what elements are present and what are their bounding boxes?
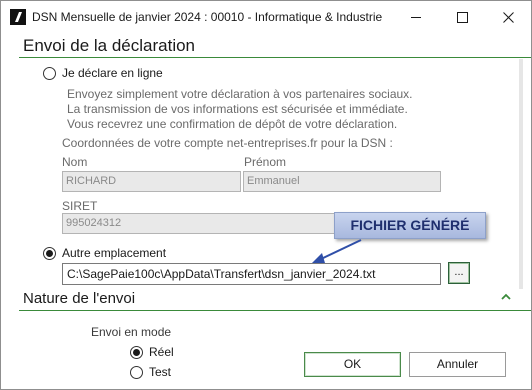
close-icon	[502, 11, 514, 23]
close-button[interactable]	[485, 1, 531, 33]
send-mode-label: Envoi en mode	[91, 325, 172, 339]
section-title-nature: Nature de l'envoi	[23, 290, 136, 307]
maximize-button[interactable]	[439, 1, 485, 33]
online-description: Envoyez simplement votre déclaration à v…	[67, 87, 413, 131]
other-location-radio[interactable]	[43, 247, 56, 260]
scroll-rail[interactable]	[519, 59, 523, 289]
prenom-field[interactable]: Emmanuel	[243, 171, 441, 192]
section-title-envoi: Envoi de la déclaration	[23, 36, 196, 55]
ok-button[interactable]: OK	[304, 352, 401, 377]
annotation-arrow	[312, 239, 362, 263]
mode-real-radio[interactable]	[130, 346, 143, 359]
online-radio[interactable]	[43, 67, 56, 80]
nom-label: Nom	[62, 155, 88, 169]
app-logo-icon	[10, 9, 26, 25]
prenom-label: Prénom	[244, 155, 287, 169]
online-radio-label[interactable]: Je déclare en ligne	[62, 66, 163, 80]
file-path-input[interactable]: C:\SagePaie100c\AppData\Transfert\dsn_ja…	[62, 263, 441, 285]
section-header-nature: Nature de l'envoi	[19, 287, 531, 311]
browse-button[interactable]: ...	[448, 262, 470, 284]
annotation-callout: FICHIER GÉNÉRÉ	[334, 212, 486, 239]
minimize-button[interactable]	[393, 1, 439, 33]
title-bar: DSN Mensuelle de janvier 2024 : 00010 - …	[1, 1, 531, 33]
section-header-envoi: Envoi de la déclaration	[19, 34, 531, 58]
mode-real-label[interactable]: Réel	[149, 345, 174, 359]
minimize-icon	[410, 16, 421, 18]
siret-label: SIRET	[62, 199, 98, 213]
nom-field[interactable]: RICHARD	[62, 171, 241, 192]
window-title: DSN Mensuelle de janvier 2024 : 00010 - …	[32, 10, 383, 24]
maximize-icon	[456, 11, 468, 23]
dsn-dialog-window: DSN Mensuelle de janvier 2024 : 00010 - …	[0, 0, 532, 390]
other-location-label[interactable]: Autre emplacement	[62, 246, 166, 260]
chevron-up-icon[interactable]	[499, 290, 513, 304]
mode-test-radio[interactable]	[130, 366, 143, 379]
cancel-button[interactable]: Annuler	[409, 352, 506, 377]
account-heading: Coordonnées de votre compte net-entrepri…	[62, 136, 393, 150]
mode-test-label[interactable]: Test	[149, 365, 171, 379]
